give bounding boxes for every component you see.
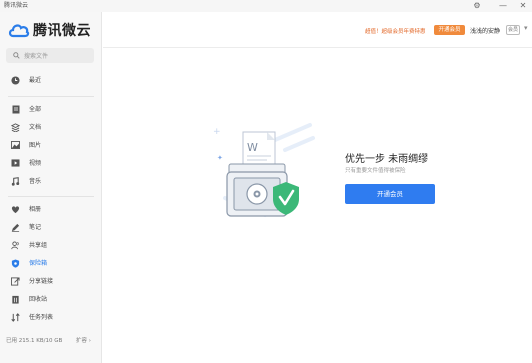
sidebar-item-images[interactable]: 图片: [0, 138, 101, 152]
sidebar-item-notes[interactable]: 笔记: [0, 220, 101, 234]
safe-illustration: + ✦ W: [213, 123, 315, 217]
sidebar-item-all[interactable]: 全部: [0, 102, 101, 116]
empty-state-subtitle: 只有重要文件值得被保险: [345, 168, 406, 174]
svg-text:✦: ✦: [217, 154, 223, 162]
storage-usage: 已用 215.1 KB/10 GB: [6, 338, 63, 344]
empty-state-title: 优先一步 未雨绸缪: [345, 154, 429, 165]
svg-text:W: W: [247, 141, 258, 154]
sidebar-item-share-links[interactable]: 分享链接: [0, 274, 101, 288]
sidebar-item-music[interactable]: 音乐: [0, 174, 101, 188]
sidebar: 腾讯微云 搜索文件 最近 全部 文档 图片 视频 音乐 相册 笔记 共享组 保险…: [0, 12, 102, 363]
open-vip-button[interactable]: 开通会员: [345, 184, 435, 204]
sidebar-divider: [8, 96, 94, 97]
pen-icon: [11, 223, 20, 232]
top-bar: 超值！超级会员年费特惠 开通会员 浅浅的安静 会员 ▾: [103, 12, 532, 48]
stack-icon: [11, 122, 20, 132]
vip-button[interactable]: 开通会员: [434, 25, 465, 35]
safe-icon: [11, 258, 20, 268]
sidebar-item-recent[interactable]: 最近: [0, 73, 101, 87]
people-icon: [11, 240, 20, 250]
brand: 腾讯微云: [8, 19, 91, 41]
search-input[interactable]: 搜索文件: [6, 48, 94, 63]
video-icon: [11, 159, 20, 168]
brand-name: 腾讯微云: [33, 23, 91, 39]
window-title: 腾讯微云: [4, 2, 29, 9]
search-placeholder: 搜索文件: [24, 53, 49, 60]
user-name[interactable]: 浅浅的安静: [470, 26, 500, 35]
clock-icon: [11, 75, 20, 85]
sidebar-divider: [8, 196, 94, 197]
sidebar-item-task-list[interactable]: 任务列表: [0, 310, 101, 324]
chevron-down-icon[interactable]: ▾: [524, 24, 528, 32]
sidebar-item-album[interactable]: 相册: [0, 202, 101, 216]
trash-icon: [11, 295, 20, 304]
title-bar: 腾讯微云 ⚙ — ✕: [0, 0, 532, 12]
promo-text[interactable]: 超值！超级会员年费特惠: [365, 27, 426, 35]
member-badge: 会员: [506, 25, 520, 35]
settings-icon[interactable]: ⚙: [470, 0, 484, 12]
cloud-logo-icon: [8, 24, 30, 38]
close-icon[interactable]: ✕: [516, 0, 530, 12]
minimize-icon[interactable]: —: [496, 0, 510, 12]
sidebar-item-docs[interactable]: 文档: [0, 120, 101, 134]
music-icon: [11, 176, 20, 186]
image-icon: [11, 141, 20, 150]
svg-text:+: +: [213, 127, 221, 137]
sidebar-item-shared-groups[interactable]: 共享组: [0, 238, 101, 252]
tasks-icon: [11, 312, 20, 322]
sidebar-item-recycle-bin[interactable]: 回收站: [0, 292, 101, 306]
share-icon: [11, 276, 20, 286]
expand-storage-link[interactable]: 扩容 ›: [76, 336, 91, 344]
album-icon: [11, 205, 20, 214]
search-icon: [13, 52, 20, 59]
sidebar-item-videos[interactable]: 视频: [0, 156, 101, 170]
file-icon: [11, 105, 20, 114]
sidebar-item-safe[interactable]: 保险箱: [0, 256, 101, 270]
